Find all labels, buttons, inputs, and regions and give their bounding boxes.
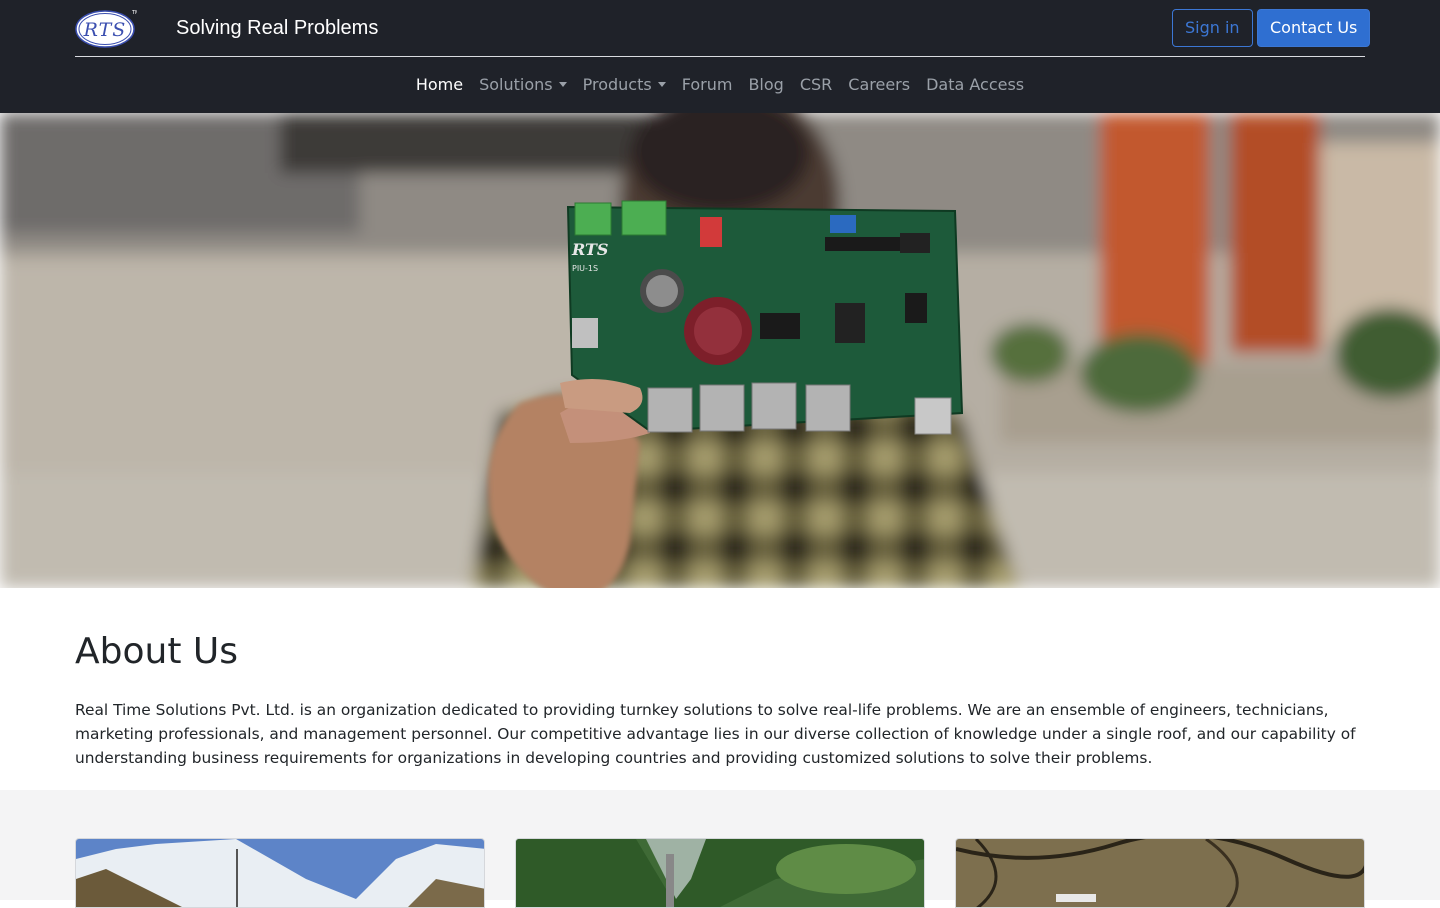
hero-image: RTS PIU-1S (0, 113, 1440, 588)
nav-item-label: CSR (799, 75, 833, 94)
nav-item-solutions[interactable]: Solutions (471, 72, 575, 98)
solutions-cards-section (0, 790, 1440, 908)
nav-item-csr[interactable]: CSR (792, 72, 840, 98)
nav-item-products[interactable]: Products (575, 72, 674, 98)
about-section: About Us Real Time Solutions Pvt. Ltd. i… (75, 630, 1365, 770)
nav-item-blog[interactable]: Blog (740, 72, 791, 98)
top-navbar: RTS TM Solving Real Problems Sign in Con… (0, 0, 1440, 113)
nav-item-careers[interactable]: Careers (840, 72, 918, 98)
brand-tagline[interactable]: Solving Real Problems (176, 16, 378, 40)
nav-item-label: Data Access (926, 75, 1025, 94)
solution-card[interactable] (955, 838, 1365, 908)
nav-item-home[interactable]: Home (408, 72, 471, 98)
about-title: About Us (75, 631, 238, 672)
contact-us-button[interactable]: Contact Us (1257, 9, 1371, 47)
board-silkscreen-label: RTS (571, 240, 608, 259)
solution-card[interactable] (75, 838, 485, 908)
nav-item-label: Home (415, 75, 464, 94)
nav-item-label: Careers (848, 75, 911, 94)
main-nav: Home Solutions Products Forum Blog CSR C… (0, 72, 1440, 98)
nav-item-label: Forum (681, 75, 733, 94)
logo-text: RTS (83, 19, 127, 41)
caret-down-icon (558, 82, 567, 87)
about-description: Real Time Solutions Pvt. Ltd. is an orga… (75, 701, 1356, 767)
company-logo[interactable]: RTS TM (75, 8, 137, 48)
logo-tm: TM (131, 10, 137, 16)
card-image-mountain-station (76, 839, 484, 907)
sign-in-button[interactable]: Sign in (1172, 9, 1253, 47)
hero-banner: RTS PIU-1S (0, 113, 1440, 588)
nav-item-label: Blog (748, 75, 784, 94)
board-silkscreen-model: PIU-1S (572, 264, 598, 273)
nav-item-data-access[interactable]: Data Access (918, 72, 1032, 98)
solution-card[interactable] (515, 838, 925, 908)
nav-item-label: Products (582, 75, 652, 94)
nav-item-forum[interactable]: Forum (674, 72, 741, 98)
card-image-forest-floor (956, 839, 1364, 907)
nav-item-label: Solutions (479, 75, 553, 94)
card-image-green-valley (516, 839, 924, 907)
brand-row: RTS TM Solving Real Problems Sign in Con… (75, 0, 1371, 57)
caret-down-icon (657, 82, 666, 87)
